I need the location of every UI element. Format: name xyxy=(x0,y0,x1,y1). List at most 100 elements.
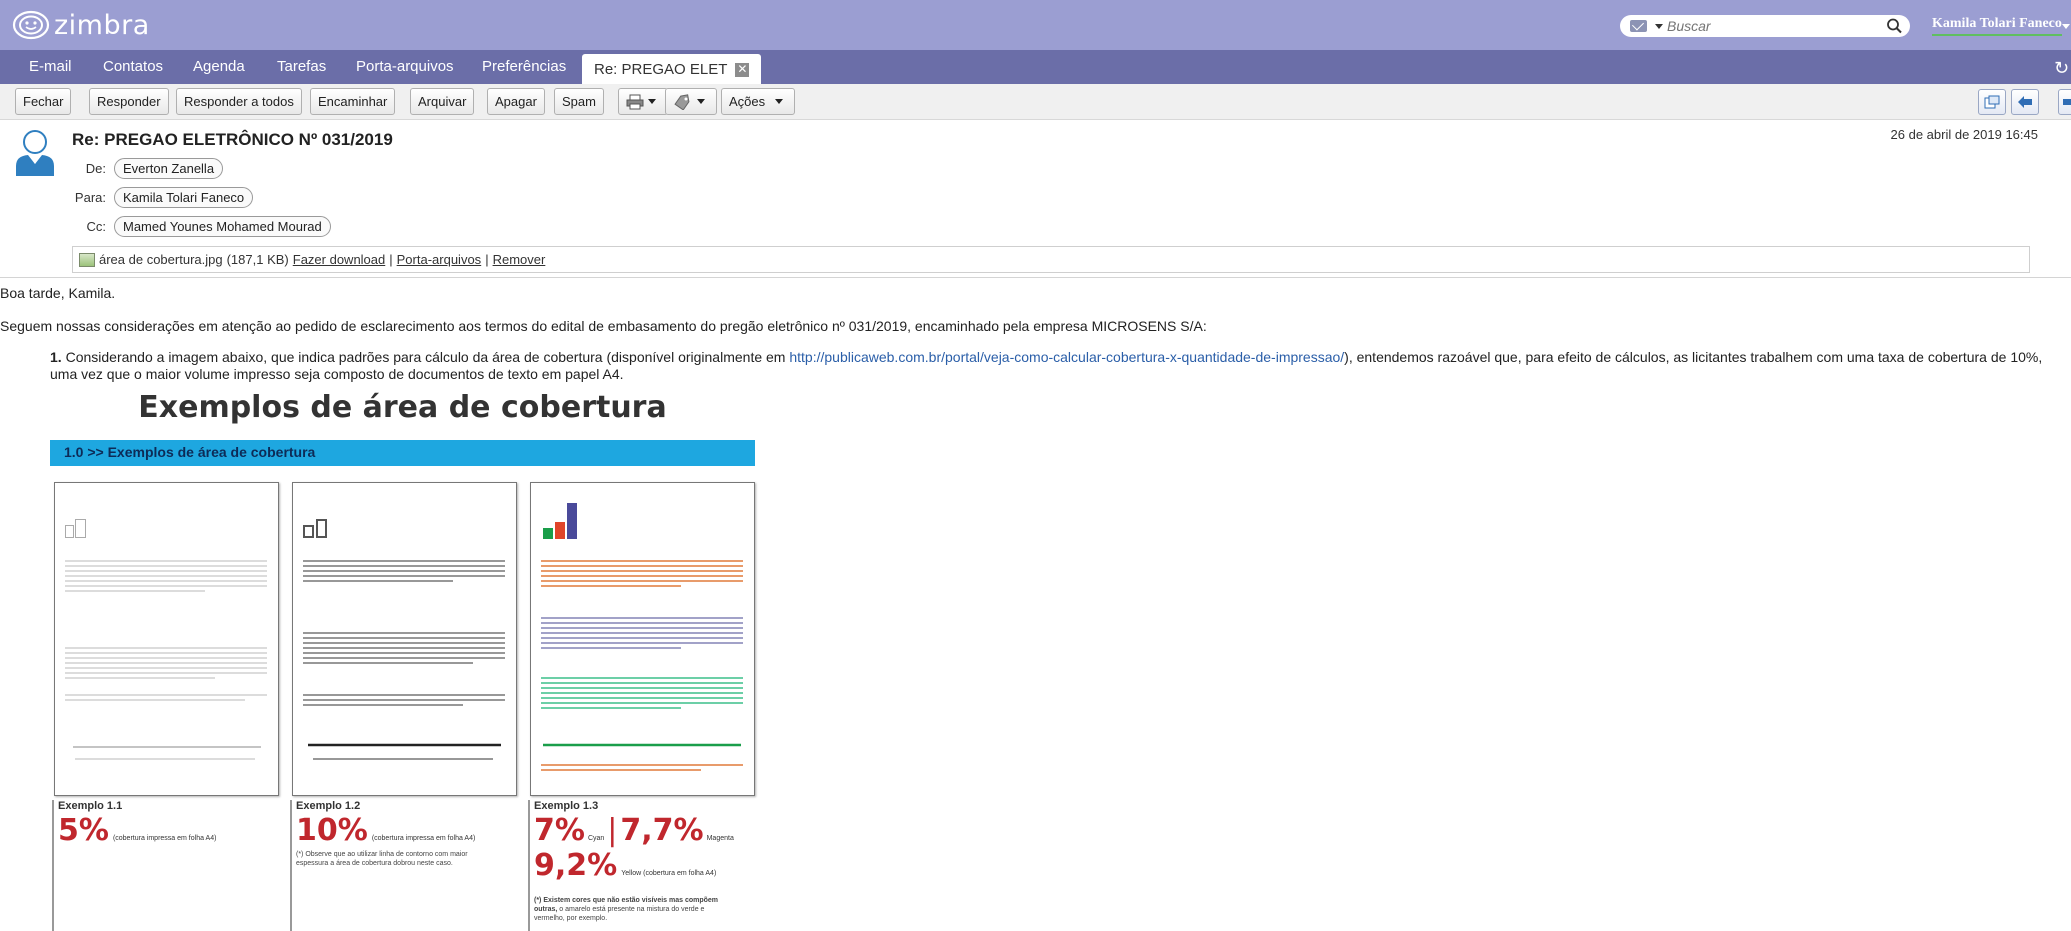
attachment-name[interactable]: área de cobertura.jpg xyxy=(99,252,223,267)
mail-icon xyxy=(1630,20,1647,32)
chevron-down-icon xyxy=(775,99,784,104)
actions-label: Ações xyxy=(729,94,766,109)
message-subject: Re: PREGAO ELETRÔNICO Nº 031/2019 xyxy=(72,130,393,149)
close-button[interactable]: Fechar xyxy=(15,88,72,115)
zimbra-logo-icon xyxy=(12,10,50,40)
from-label: De: xyxy=(85,161,106,176)
separator: | xyxy=(485,252,489,267)
attachment-size: (187,1 KB) xyxy=(226,252,289,267)
cc-label: Cc: xyxy=(86,219,107,234)
avatar-icon xyxy=(16,130,54,176)
user-menu[interactable]: Kamila Tolari Faneco xyxy=(1932,16,2062,36)
image-file-icon xyxy=(79,252,95,267)
close-tab-icon[interactable]: ✕ xyxy=(735,63,750,77)
logo-text: zimbra xyxy=(54,9,150,41)
message-toolbar: Fechar Responder Responder a todos Encam… xyxy=(0,84,2071,120)
download-link[interactable]: Fazer download xyxy=(293,252,386,267)
example-2-title: Exemplo 1.2 xyxy=(296,800,361,812)
example-3-title: Exemplo 1.3 xyxy=(534,800,599,812)
example-page-1 xyxy=(54,482,279,796)
intro-paragraph: Seguem nossas considerações em atenção a… xyxy=(0,318,1207,334)
example-2-caption-text: (cobertura impressa em folha A4) xyxy=(371,835,476,842)
print-button[interactable] xyxy=(618,88,668,115)
item-number: 1. xyxy=(50,349,62,365)
reply-all-button[interactable]: Responder a todos xyxy=(176,88,302,115)
zimbra-logo[interactable]: zimbra xyxy=(12,9,150,41)
search-type-dropdown[interactable] xyxy=(1630,20,1667,32)
tag-icon xyxy=(674,93,690,110)
search-icon[interactable] xyxy=(1886,18,1904,34)
top-bar: zimbra Kamila Tolari Faneco xyxy=(0,0,2071,50)
tab-email[interactable]: E-mail xyxy=(29,58,72,75)
tab-open-message[interactable]: Re: PREGAO ELET ✕ xyxy=(582,54,762,84)
example-1-title: Exemplo 1.1 xyxy=(58,800,123,812)
chevron-down-icon xyxy=(697,99,705,104)
search-input[interactable] xyxy=(1667,18,1867,34)
example-3-note-text: o amarelo está presente na mistura do ve… xyxy=(534,906,705,922)
briefcase-link[interactable]: Porta-arquivos xyxy=(397,252,482,267)
reply-button[interactable]: Responder xyxy=(89,88,169,115)
printer-icon xyxy=(626,94,644,109)
user-menu-chevron-icon[interactable] xyxy=(2062,24,2070,29)
tag-button[interactable] xyxy=(665,88,717,115)
inline-image-coverage-examples: Exemplos de área de cobertura 1.0 >> Exe… xyxy=(49,390,756,931)
arrow-left-icon xyxy=(2018,96,2032,108)
detach-window-button[interactable] xyxy=(1978,89,2006,115)
refresh-icon[interactable]: ↻ xyxy=(2054,58,2069,79)
tab-tasks[interactable]: Tarefas xyxy=(277,58,326,75)
chevron-down-icon xyxy=(648,99,656,104)
delete-button[interactable]: Apagar xyxy=(487,88,545,115)
greeting: Boa tarde, Kamila. xyxy=(0,285,116,301)
tab-briefcase[interactable]: Porta-arquivos xyxy=(356,58,454,75)
example-3-label-cyan: Cyan xyxy=(587,835,605,842)
example-3-value-cyan: 7% xyxy=(534,813,585,848)
item-text-1: Considerando a imagem abaixo, que indica… xyxy=(61,349,790,365)
attachment-bar: área de cobertura.jpg (187,1 KB) Fazer d… xyxy=(72,246,2030,273)
next-message-button[interactable] xyxy=(2058,89,2071,115)
example-1-value: 5% xyxy=(58,813,109,848)
remove-link[interactable]: Remover xyxy=(493,252,546,267)
previous-message-button[interactable] xyxy=(2011,89,2039,115)
example-1-caption: Exemplo 1.1 5% (cobertura impressa em fo… xyxy=(52,800,270,931)
source-link[interactable]: http://publicaweb.com.br/portal/veja-com… xyxy=(789,349,1344,365)
header-divider xyxy=(0,277,2071,278)
spam-button[interactable]: Spam xyxy=(554,88,604,115)
example-3-value-magenta: 7,7% xyxy=(620,813,704,848)
actions-menu-button[interactable]: Ações xyxy=(721,88,796,115)
example-2-note: (*) Observe que ao utilizar linha de con… xyxy=(296,851,468,867)
page-1-text-lines xyxy=(65,560,267,760)
to-address-bubble[interactable]: Kamila Tolari Faneco xyxy=(114,187,254,208)
example-page-2 xyxy=(292,482,517,796)
page-2-text-lines xyxy=(303,560,505,760)
from-address-bubble[interactable]: Everton Zanella xyxy=(114,158,224,179)
example-3-divider: | xyxy=(607,813,618,848)
forward-button[interactable]: Encaminhar xyxy=(310,88,396,115)
tab-calendar[interactable]: Agenda xyxy=(193,58,245,75)
image-title: Exemplos de área de cobertura xyxy=(138,390,667,425)
page-3-text-lines xyxy=(541,560,743,771)
app-tabs: E-mail Contatos Agenda Tarefas Porta-arq… xyxy=(0,50,2071,84)
item-paragraph: 1. Considerando a imagem abaixo, que ind… xyxy=(50,349,2060,383)
message-date: 26 de abril de 2019 16:45 xyxy=(1890,127,2038,142)
arrow-right-icon xyxy=(2063,99,2071,105)
separator: | xyxy=(389,252,393,267)
example-2-value: 10% xyxy=(296,813,368,848)
archive-button[interactable]: Arquivar xyxy=(410,88,475,115)
example-3-note: (*) Existem cores que não estão visíveis… xyxy=(534,896,734,923)
example-3-label-magenta: Magenta xyxy=(706,835,734,842)
tab-open-message-label: Re: PREGAO ELET xyxy=(594,61,728,78)
to-label: Para: xyxy=(74,190,106,205)
example-3-value-yellow: 9,2% xyxy=(534,848,618,883)
search-box xyxy=(1620,15,1910,37)
example-2-caption: Exemplo 1.2 10% (cobertura impressa em f… xyxy=(290,800,508,931)
example-3-caption: Exemplo 1.3 7% Cyan | 7,7% Magenta 9,2% … xyxy=(528,800,746,931)
chevron-down-icon xyxy=(1655,23,1663,29)
new-window-icon xyxy=(1984,95,2000,109)
image-banner: 1.0 >> Exemplos de área de cobertura xyxy=(50,440,755,466)
tab-contacts[interactable]: Contatos xyxy=(103,58,163,75)
example-1-caption-text: (cobertura impressa em folha A4) xyxy=(112,835,217,842)
example-page-3 xyxy=(530,482,755,796)
cc-address-bubble[interactable]: Mamed Younes Mohamed Mourad xyxy=(114,216,331,237)
example-3-label-yellow: Yellow (cobertura em folha A4) xyxy=(621,870,717,877)
tab-preferences[interactable]: Preferências xyxy=(482,58,566,75)
